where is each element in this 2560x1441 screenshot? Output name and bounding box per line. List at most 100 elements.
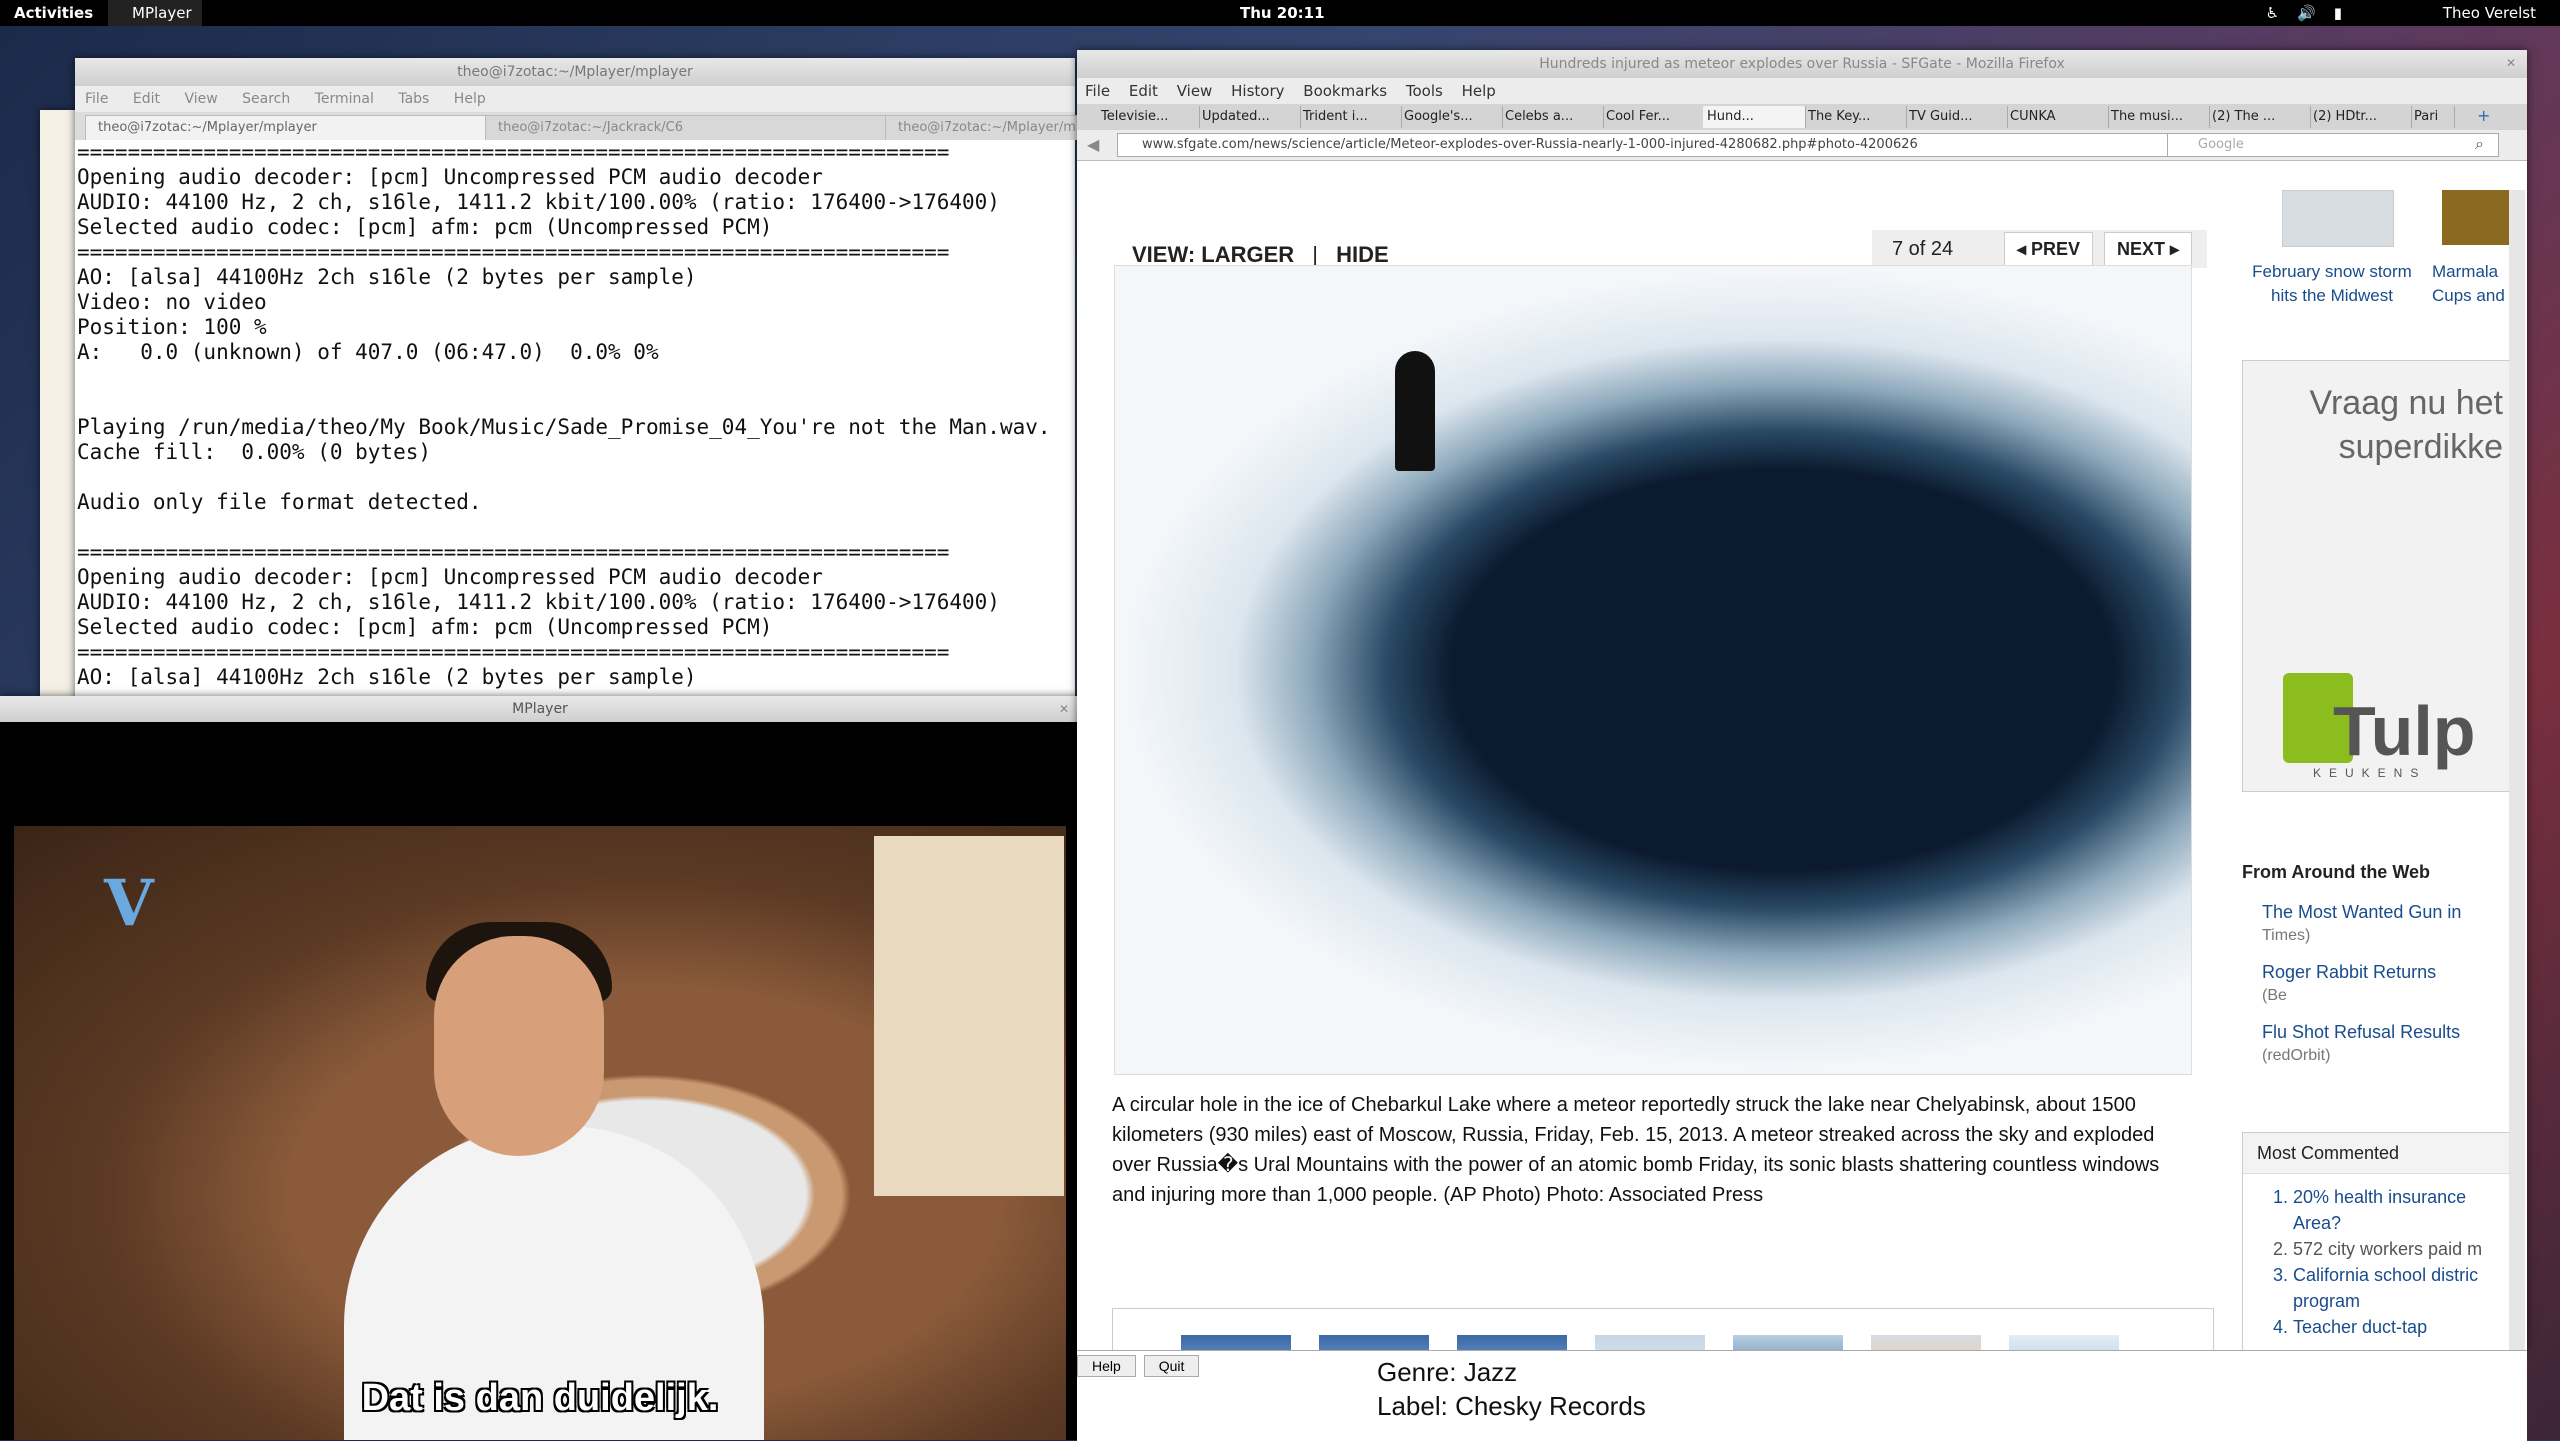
browser-tab[interactable]: TV Guid... <box>1905 106 2008 128</box>
next-button[interactable]: NEXT ▸ <box>2104 232 2193 266</box>
menu-view[interactable]: View <box>1177 82 1213 100</box>
menu-file[interactable]: File <box>85 91 108 107</box>
browser-tab[interactable]: The Key... <box>1804 106 1907 128</box>
browser-tab[interactable]: Cool Fer... <box>1602 106 1705 128</box>
prev-label: PREV <box>2031 239 2081 259</box>
firefox-titlebar[interactable]: Hundreds injured as meteor explodes over… <box>1077 50 2527 78</box>
fatw-link[interactable]: The Most Wanted Gun in <box>2262 900 2461 924</box>
side-thumbnail[interactable] <box>2282 190 2394 247</box>
browser-tab[interactable]: Televisie... <box>1097 106 1200 128</box>
gallery-pager: 7 of 24 ◂ PREV NEXT ▸ <box>1872 230 2207 268</box>
terminal-tabbar: theo@i7zotac:~/Mplayer/mplayer theo@i7zo… <box>75 112 1079 140</box>
side-caption[interactable]: February snow storm hits the Midwest <box>2242 260 2422 308</box>
hide-link[interactable]: HIDE <box>1336 242 1389 267</box>
browser-tab[interactable]: The musi... <box>2107 106 2210 128</box>
menu-help[interactable]: Help <box>454 91 486 107</box>
thumbnail[interactable] <box>1733 1335 1843 1350</box>
fatw-link[interactable]: Roger Rabbit Returns <box>2262 960 2461 984</box>
terminal-tab[interactable]: theo@i7zotac:~/Mplayer/mplayer <box>85 115 489 140</box>
menu-edit[interactable]: Edit <box>1129 82 1158 100</box>
advertisement[interactable]: Vraag nu het superdikke Tulp KEUKENS <box>2242 360 2514 792</box>
browser-tab[interactable]: Google's... <box>1400 106 1503 128</box>
web-page: VIEW: LARGER | HIDE 7 of 24 ◂ PREV NEXT … <box>1077 190 2527 1350</box>
view-larger-link[interactable]: VIEW: LARGER <box>1132 242 1294 267</box>
close-icon[interactable]: ✕ <box>1056 701 1072 717</box>
list-item[interactable]: California school distric program <box>2293 1262 2513 1314</box>
gallery-photo[interactable] <box>1114 265 2192 1075</box>
thumbnail[interactable] <box>1871 1335 1981 1350</box>
sidebar: February snow storm hits the Midwest Mar… <box>2242 190 2522 1350</box>
terminal-window[interactable]: theo@i7zotac:~/Mplayer/mplayer File Edit… <box>75 58 1079 708</box>
video-frame[interactable]: V Dat is dan duidelijk. <box>14 826 1066 1440</box>
video-poster <box>874 836 1064 1196</box>
channel-logo-icon: V <box>104 866 154 941</box>
menu-view[interactable]: View <box>184 91 217 107</box>
photo-person <box>1395 351 1435 471</box>
next-label: NEXT <box>2117 239 2166 259</box>
fatw-source: Times) <box>2262 927 2311 944</box>
firefox-window[interactable]: Hundreds injured as meteor explodes over… <box>1077 50 2527 1350</box>
menu-tabs[interactable]: Tabs <box>398 91 429 107</box>
most-commented-heading: Most Commented <box>2243 1133 2513 1174</box>
browser-tab[interactable]: CUNKA <box>2006 106 2109 128</box>
list-item[interactable]: 572 city workers paid m <box>2293 1236 2513 1262</box>
search-input[interactable]: Google <box>2167 133 2499 157</box>
browser-tab[interactable]: Celebs a... <box>1501 106 1604 128</box>
fatw-link[interactable]: Flu Shot Refusal Results <box>2262 1020 2461 1044</box>
video-subtitle: Dat is dan duidelijk. <box>361 1377 719 1419</box>
terminal-titlebar[interactable]: theo@i7zotac:~/Mplayer/mplayer <box>75 58 1075 86</box>
activities-button[interactable]: Activities <box>14 4 93 22</box>
menu-file[interactable]: File <box>1085 82 1110 100</box>
video-figure-head <box>434 936 604 1156</box>
prev-button[interactable]: ◂ PREV <box>2004 232 2094 266</box>
browser-tab[interactable]: (2) The ... <box>2208 106 2311 128</box>
navigation-bar: ◀ www.sfgate.com/news/science/article/Me… <box>1077 130 2527 161</box>
terminal-tab[interactable]: theo@i7zotac:~/Mplayer/mplayer <box>885 115 1079 140</box>
terminal-tab[interactable]: theo@i7zotac:~/Jackrack/C6 <box>485 115 889 140</box>
menu-help[interactable]: Help <box>1462 82 1496 100</box>
menu-bookmarks[interactable]: Bookmarks <box>1303 82 1387 100</box>
thumbnail[interactable] <box>1181 1335 1291 1350</box>
browser-tab[interactable]: Pari <box>2410 106 2455 128</box>
list-item[interactable]: Teacher duct-tap <box>2293 1314 2513 1340</box>
thumbnail[interactable] <box>1457 1335 1567 1350</box>
menu-edit[interactable]: Edit <box>133 91 160 107</box>
help-button[interactable]: Help <box>1077 1355 1136 1377</box>
fatw-source: (redOrbit) <box>2262 1047 2331 1064</box>
app-menu[interactable]: MPlayer <box>108 0 202 26</box>
ad-brand: Tulp <box>2333 692 2476 770</box>
browser-tab[interactable]: (2) HDtr... <box>2309 106 2412 128</box>
photo-caption: A circular hole in the ice of Chebarkul … <box>1112 1094 2160 1206</box>
top-bar: Activities MPlayer Thu 20:11 ♿🔊▮ Theo Ve… <box>0 0 2560 26</box>
system-tray[interactable]: ♿🔊▮ <box>2266 4 2360 22</box>
firefox-menubar: File Edit View History Bookmarks Tools H… <box>1077 78 2527 104</box>
new-tab-icon[interactable]: + <box>2477 106 2490 125</box>
most-commented-list: 20% health insurance Area? 572 city work… <box>2243 1184 2513 1340</box>
thumbnail[interactable] <box>1319 1335 1429 1350</box>
mplayer-titlebar[interactable]: MPlayer ✕ <box>0 696 1080 722</box>
ad-subtext: KEUKENS <box>2313 766 2427 780</box>
list-item[interactable]: 20% health insurance Area? <box>2293 1184 2513 1236</box>
close-icon[interactable]: ✕ <box>2503 55 2519 71</box>
user-menu[interactable]: Theo Verelst <box>2443 4 2536 22</box>
menu-history[interactable]: History <box>1231 82 1284 100</box>
terminal-output[interactable]: ========================================… <box>75 140 1075 690</box>
thumbnail[interactable] <box>1595 1335 1705 1350</box>
back-icon[interactable]: ◀ <box>1087 135 1099 154</box>
menu-search[interactable]: Search <box>242 91 290 107</box>
thumbnail[interactable] <box>2009 1335 2119 1350</box>
clock[interactable]: Thu 20:11 <box>1240 4 1325 22</box>
quit-button[interactable]: Quit <box>1143 1355 1200 1377</box>
search-icon[interactable]: ⌕ <box>2475 134 2484 154</box>
vertical-scrollbar[interactable] <box>2509 190 2525 1350</box>
menu-terminal[interactable]: Terminal <box>315 91 374 107</box>
mplayer-title: MPlayer <box>512 701 568 717</box>
button-group: Help Quit <box>1077 1355 1203 1377</box>
browser-tab[interactable]: Updated... <box>1198 106 1301 128</box>
ad-text: Vraag nu het superdikke <box>2309 384 2503 466</box>
browser-tab[interactable]: Trident i... <box>1299 106 1402 128</box>
menu-tools[interactable]: Tools <box>1406 82 1443 100</box>
url-bar[interactable]: www.sfgate.com/news/science/article/Mete… <box>1117 133 2179 157</box>
browser-tab-active[interactable]: Hund... <box>1703 106 1806 128</box>
mplayer-window[interactable]: MPlayer ✕ V Dat is dan duidelijk. <box>0 696 1080 1440</box>
